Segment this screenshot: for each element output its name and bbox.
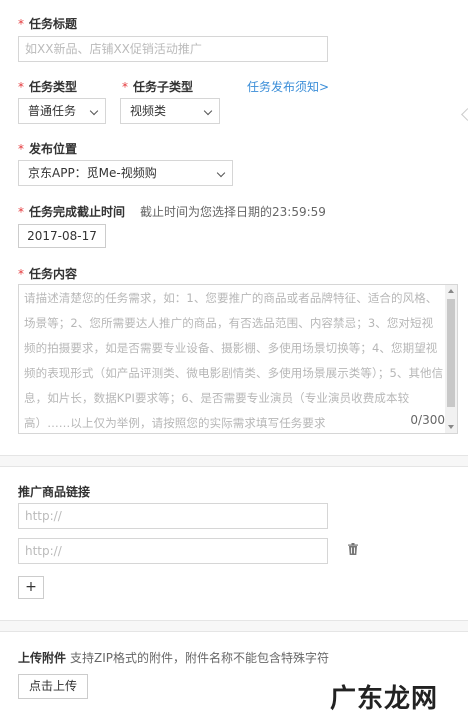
section-gap <box>0 621 468 631</box>
scroll-thumb[interactable] <box>447 299 455 407</box>
deadline-label: * 任务完成截止时间 <box>18 205 126 219</box>
chevron-left-icon[interactable] <box>461 108 468 121</box>
task-title-input[interactable]: 如XX新品、店铺XX促销活动推广 <box>18 36 328 62</box>
section-divider <box>0 631 468 632</box>
promo-link-input-1[interactable]: http:// <box>18 503 328 529</box>
promo-link-input-2[interactable]: http:// <box>18 538 328 564</box>
promo-links-label: 推广商品链接 <box>18 485 91 499</box>
trash-icon-glyph <box>348 543 358 555</box>
deadline-hint: 截止时间为您选择日期的23:59:59 <box>140 205 326 219</box>
attachment-label: 上传附件 <box>18 651 67 665</box>
chevron-down-icon <box>216 168 226 178</box>
add-link-button[interactable]: + <box>18 576 44 599</box>
char-counter: 0/300 <box>410 413 445 427</box>
task-type-label: * 任务类型 <box>18 80 78 94</box>
task-type-select[interactable]: 普通任务 <box>18 98 106 124</box>
watermark-logo: 广东龙网 <box>330 684 439 714</box>
task-content-label: * 任务内容 <box>18 267 78 281</box>
task-content-textarea[interactable]: 请描述清楚您的任务需求，如：1、您要推广的商品或者品牌特征、适合的风格、场景等；… <box>18 284 458 434</box>
task-title-label: * 任务标题 <box>18 17 78 31</box>
chevron-down-icon <box>89 106 99 116</box>
publish-position-value: 京东APP：觅Me-视频购 <box>28 166 157 180</box>
task-subtype-label: * 任务子类型 <box>122 80 194 94</box>
publish-notice-link[interactable]: 任务发布须知> <box>247 78 329 95</box>
deadline-date-picker[interactable]: 2017-08-17 <box>18 224 106 248</box>
chevron-down-icon <box>203 106 213 116</box>
section-divider <box>0 466 468 467</box>
upload-button[interactable]: 点击上传 <box>18 674 88 699</box>
task-content-scrollbar[interactable] <box>445 285 457 433</box>
section-gap <box>0 456 468 466</box>
task-subtype-value: 视频类 <box>130 104 167 118</box>
scroll-down-icon[interactable] <box>448 425 454 429</box>
publish-position-select[interactable]: 京东APP：觅Me-视频购 <box>18 160 233 186</box>
task-type-value: 普通任务 <box>28 104 77 118</box>
publish-position-label: * 发布位置 <box>18 142 78 156</box>
task-content-placeholder: 请描述清楚您的任务需求，如：1、您要推广的商品或者品牌特征、适合的风格、场景等；… <box>24 291 444 430</box>
attachment-hint: 支持ZIP格式的附件，附件名称不能包含特殊字符 <box>70 651 329 665</box>
task-subtype-select[interactable]: 视频类 <box>120 98 220 124</box>
scroll-up-icon[interactable] <box>448 289 454 293</box>
trash-icon[interactable] <box>348 543 358 558</box>
